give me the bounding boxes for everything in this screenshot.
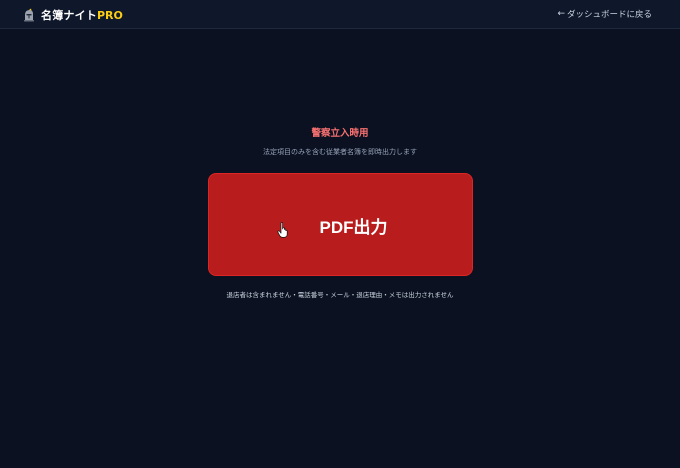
export-note: 退店者は含まれません・電話番号・メール・退店理由・メモは出力されません (226, 291, 454, 299)
section-description: 法定項目のみを含む従業者名簿を即時出力します (263, 148, 417, 156)
back-arrow-icon: ← (557, 9, 565, 19)
knight-helmet-icon (24, 8, 34, 22)
section-title: 警察立入時用 (311, 128, 369, 139)
top-bar: 名簿ナイト PRO ← ダッシュボードに戻る (0, 0, 680, 29)
back-link-label: ダッシュボードに戻る (566, 10, 652, 20)
brand-suffix: PRO (97, 8, 123, 22)
brand[interactable]: 名簿ナイト PRO (22, 7, 123, 23)
pdf-export-label: PDF出力 (319, 218, 388, 237)
brand-name: 名簿ナイト (41, 9, 97, 22)
hand-pointer-icon (277, 222, 288, 238)
back-to-dashboard-link[interactable]: ← ダッシュボードに戻る (557, 8, 652, 20)
pdf-export-button[interactable]: PDF出力 (208, 173, 473, 276)
